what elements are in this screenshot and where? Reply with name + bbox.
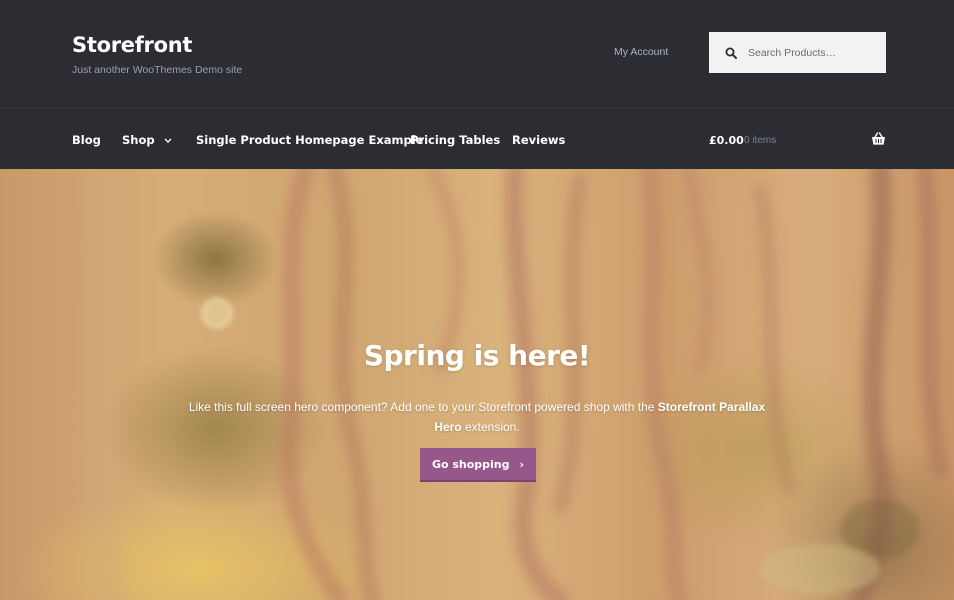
search-icon <box>725 47 737 59</box>
nav-item-reviews[interactable]: Reviews <box>512 133 565 147</box>
hero-content: Spring is here! Like this full screen he… <box>0 169 954 600</box>
primary-navigation: Blog Shop Single Product Homepage Exampl… <box>0 108 954 169</box>
site-title[interactable]: Storefront <box>72 33 192 57</box>
hero-description-text: Like this full screen hero component? Ad… <box>188 400 658 414</box>
hero-title: Spring is here! <box>363 339 591 372</box>
site-description: Just another WooThemes Demo site <box>72 64 243 76</box>
chevron-down-icon <box>164 138 172 143</box>
go-shopping-button[interactable]: Go shopping › <box>420 448 536 482</box>
hero-banner: Spring is here! Like this full screen he… <box>0 169 954 600</box>
go-shopping-label: Go shopping <box>431 457 510 471</box>
nav-item-pricing-tables[interactable]: Pricing Tables <box>410 133 500 147</box>
nav-item-blog[interactable]: Blog <box>72 133 101 147</box>
cart-amount[interactable]: £0.00 <box>709 134 744 147</box>
search-box[interactable] <box>709 32 886 73</box>
nav-item-single-product[interactable]: Single Product Homepage Example <box>196 133 423 147</box>
nav-item-shop[interactable]: Shop <box>122 133 172 147</box>
chevron-right-icon: › <box>519 457 525 471</box>
basket-icon[interactable] <box>871 132 886 146</box>
nav-item-shop-label: Shop <box>122 133 155 147</box>
hero-description: Like this full screen hero component? Ad… <box>180 397 774 437</box>
hero-description-end: extension. <box>461 420 520 434</box>
cart-count[interactable]: 0 items <box>744 135 776 146</box>
site-header: Storefront Just another WooThemes Demo s… <box>0 0 954 108</box>
search-input[interactable] <box>748 46 878 59</box>
my-account-link[interactable]: My Account <box>614 46 668 58</box>
